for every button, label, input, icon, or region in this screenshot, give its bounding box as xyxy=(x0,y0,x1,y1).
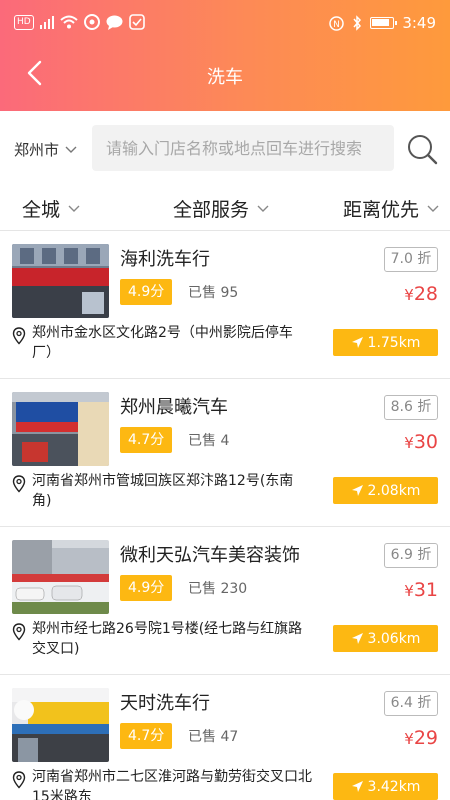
shop-name: 海利洗车行 xyxy=(120,249,210,270)
address-text: 郑州市经七路26号院1号楼(经七路与红旗路交叉口) xyxy=(32,621,303,657)
battery-icon xyxy=(370,17,398,29)
shop-photo xyxy=(12,540,109,614)
location-pin-icon xyxy=(12,771,26,789)
shop-name: 微利天弘汽车美容装饰 xyxy=(120,545,300,566)
rating-badge: 4.7分 xyxy=(120,723,173,749)
wifi-icon xyxy=(60,15,78,29)
address-text: 河南省郑州市管城回族区郑汴路12号(东南角) xyxy=(32,473,294,509)
currency-symbol: ¥ xyxy=(404,582,414,600)
discount-badge: 6.9 折 xyxy=(384,543,438,568)
currency-symbol: ¥ xyxy=(404,730,414,748)
sold-count: 已售 47 xyxy=(188,729,239,745)
hd-badge: HD xyxy=(14,14,34,30)
chevron-down-icon xyxy=(68,205,80,212)
distance-text: 3.06km xyxy=(367,630,421,647)
bluetooth-icon xyxy=(353,15,362,31)
shop-address: 河南省郑州市二七区淮河路与勤劳街交叉口北15米路东 xyxy=(12,767,312,800)
message-icon xyxy=(106,15,123,30)
distance-button[interactable]: 3.42km xyxy=(333,773,438,800)
distance-text: 3.42km xyxy=(367,778,421,795)
chevron-down-icon xyxy=(65,146,77,153)
rating-badge: 4.7分 xyxy=(120,427,173,453)
search-input[interactable] xyxy=(92,125,394,171)
search-icon[interactable] xyxy=(406,133,438,165)
city-label: 郑州市 xyxy=(14,141,60,159)
shop-item[interactable]: 微利天弘汽车美容装饰 4.9分 已售 230 6.9 折 ¥31 郑州市经七路2… xyxy=(0,527,450,675)
navigation-arrow-icon xyxy=(351,337,363,348)
shop-address: 河南省郑州市管城回族区郑汴路12号(东南角) xyxy=(12,471,312,511)
rating-badge: 4.9分 xyxy=(120,575,173,601)
currency-symbol: ¥ xyxy=(404,286,414,304)
shop-item[interactable]: 天时洗车行 4.7分 已售 47 6.4 折 ¥29 河南省郑州市二七区淮河路与… xyxy=(0,675,450,800)
price: ¥29 xyxy=(404,727,438,749)
filter-service[interactable]: 全部服务 xyxy=(173,195,269,222)
price: ¥28 xyxy=(404,283,438,305)
filter-service-label: 全部服务 xyxy=(173,199,250,221)
price-value: 30 xyxy=(413,431,438,453)
signal-icon xyxy=(39,15,55,29)
status-bar: HD N 3:49 xyxy=(0,0,450,46)
shop-item[interactable]: 海利洗车行 4.9分 已售 95 7.0 折 ¥28 郑州市金水区文化路2号（中… xyxy=(0,231,450,379)
sold-count: 已售 230 xyxy=(188,581,248,597)
price: ¥31 xyxy=(404,579,438,601)
shop-address: 郑州市金水区文化路2号（中州影院后停车厂） xyxy=(12,323,312,363)
discount-badge: 7.0 折 xyxy=(384,247,438,272)
address-text: 河南省郑州市二七区淮河路与勤劳街交叉口北15米路东 xyxy=(32,769,312,800)
nfc-icon: N xyxy=(329,15,345,31)
location-pin-icon xyxy=(12,623,26,641)
filter-area[interactable]: 全城 xyxy=(22,195,80,222)
chevron-down-icon xyxy=(257,205,269,212)
price-value: 29 xyxy=(413,727,438,749)
distance-text: 1.75km xyxy=(367,334,421,351)
price-value: 28 xyxy=(413,283,438,305)
sold-count: 已售 4 xyxy=(188,433,230,449)
header-bar: HD N 3:49 洗车 xyxy=(0,0,450,111)
navigation-arrow-icon xyxy=(351,485,363,496)
shop-photo xyxy=(12,688,109,762)
location-pin-icon xyxy=(12,475,26,493)
distance-button[interactable]: 3.06km xyxy=(333,625,438,652)
distance-button[interactable]: 2.08km xyxy=(333,477,438,504)
page-title: 洗车 xyxy=(207,67,243,88)
distance-text: 2.08km xyxy=(367,482,421,499)
location-pin-icon xyxy=(12,327,26,345)
distance-button[interactable]: 1.75km xyxy=(333,329,438,356)
currency-symbol: ¥ xyxy=(404,434,414,452)
status-time: 3:49 xyxy=(402,14,436,32)
shop-photo xyxy=(12,244,109,318)
filter-sort-label: 距离优先 xyxy=(343,199,420,221)
filter-bar: 全城 全部服务 距离优先 xyxy=(0,187,450,231)
discount-badge: 6.4 折 xyxy=(384,691,438,716)
city-selector[interactable]: 郑州市 xyxy=(14,139,77,160)
sold-count: 已售 95 xyxy=(188,285,239,301)
chevron-down-icon xyxy=(427,205,439,212)
shop-name: 天时洗车行 xyxy=(120,693,210,714)
shop-list: 海利洗车行 4.9分 已售 95 7.0 折 ¥28 郑州市金水区文化路2号（中… xyxy=(0,231,450,800)
shop-photo xyxy=(12,392,109,466)
discount-badge: 8.6 折 xyxy=(384,395,438,420)
address-text: 郑州市金水区文化路2号（中州影院后停车厂） xyxy=(32,325,293,361)
navigation-arrow-icon xyxy=(351,633,363,644)
navigation-arrow-icon xyxy=(351,781,363,792)
shop-item[interactable]: 郑州晨曦汽车 4.7分 已售 4 8.6 折 ¥30 河南省郑州市管城回族区郑汴… xyxy=(0,379,450,527)
filter-area-label: 全城 xyxy=(22,199,61,221)
app-icon xyxy=(84,14,101,30)
rating-badge: 4.9分 xyxy=(120,279,173,305)
price: ¥30 xyxy=(404,431,438,453)
price-value: 31 xyxy=(413,579,438,601)
search-row: 郑州市 xyxy=(0,111,450,187)
svg-text:N: N xyxy=(333,20,340,30)
shop-address: 郑州市经七路26号院1号楼(经七路与红旗路交叉口) xyxy=(12,619,312,659)
filter-sort[interactable]: 距离优先 xyxy=(343,195,439,222)
notification-icon xyxy=(129,14,146,30)
shop-name: 郑州晨曦汽车 xyxy=(120,397,228,418)
